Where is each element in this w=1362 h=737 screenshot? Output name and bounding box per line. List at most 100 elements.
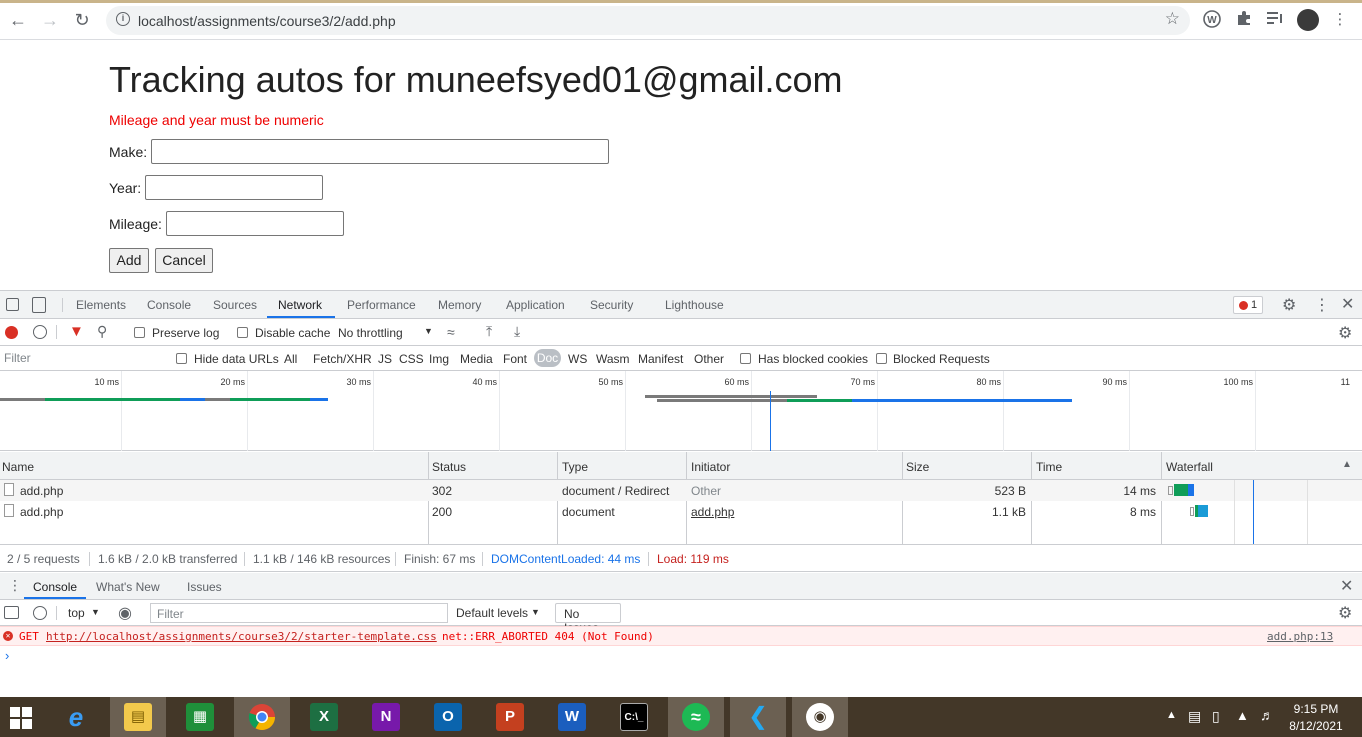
- url-text[interactable]: localhost/assignments/course3/2/add.php: [138, 13, 396, 29]
- console-filter-input[interactable]: Filter: [150, 603, 448, 623]
- clock-date[interactable]: 8/12/2021: [1286, 719, 1346, 733]
- tab-security[interactable]: Security: [590, 298, 633, 312]
- close-devtools-icon[interactable]: ✕: [1341, 294, 1354, 314]
- devtools-menu-icon[interactable]: ⋮: [1314, 295, 1330, 315]
- chevron-down-icon[interactable]: ▼: [531, 607, 540, 617]
- menu-dots-icon[interactable]: ⋮: [1330, 10, 1350, 30]
- reload-icon[interactable]: ↻: [72, 10, 92, 30]
- console-sidebar-icon[interactable]: [4, 606, 19, 619]
- live-expression-eye-icon[interactable]: ◉: [118, 603, 132, 623]
- forward-icon[interactable]: →: [40, 10, 60, 30]
- record-icon[interactable]: [5, 326, 18, 339]
- tab-network[interactable]: Network: [278, 298, 322, 312]
- drawer-menu-icon[interactable]: ⋮: [8, 577, 22, 594]
- tab-application[interactable]: Application: [506, 298, 565, 312]
- filter-type-fetch-xhr[interactable]: Fetch/XHR: [313, 352, 372, 366]
- filter-type-ws[interactable]: WS: [568, 352, 587, 366]
- drawer-tab-issues[interactable]: Issues: [187, 580, 222, 594]
- filter-type-img[interactable]: Img: [429, 352, 449, 366]
- throttling-select[interactable]: No throttling: [338, 326, 403, 340]
- show-hidden-icons-icon[interactable]: ▲: [1166, 709, 1177, 721]
- tab-performance[interactable]: Performance: [347, 298, 416, 312]
- tab-lighthouse[interactable]: Lighthouse: [665, 298, 724, 312]
- microsoft-store-icon[interactable]: ▦: [172, 697, 228, 737]
- file-explorer-icon[interactable]: ▤: [110, 697, 166, 737]
- year-input[interactable]: [145, 175, 323, 200]
- make-input[interactable]: [151, 139, 609, 164]
- address-bar[interactable]: i localhost/assignments/course3/2/add.ph…: [106, 6, 1190, 35]
- close-drawer-icon[interactable]: ✕: [1340, 576, 1353, 596]
- export-har-icon[interactable]: ⤓: [514, 323, 520, 340]
- error-url-link[interactable]: http://localhost/assignments/course3/2/s…: [46, 630, 437, 643]
- tab-console[interactable]: Console: [147, 298, 191, 312]
- network-settings-icon[interactable]: ⚙: [1338, 323, 1352, 343]
- column-header-name[interactable]: Name: [2, 460, 34, 474]
- preserve-log-checkbox[interactable]: [134, 327, 145, 338]
- tab-sources[interactable]: Sources: [213, 298, 257, 312]
- filter-type-other[interactable]: Other: [694, 352, 724, 366]
- extensions-puzzle-icon[interactable]: [1234, 10, 1254, 30]
- filter-type-manifest[interactable]: Manifest: [638, 352, 683, 366]
- bookmark-star-icon[interactable]: ☆: [1165, 9, 1180, 29]
- excel-icon[interactable]: X: [296, 697, 352, 737]
- profile-avatar[interactable]: [1297, 9, 1319, 31]
- command-prompt-icon[interactable]: C:\_: [606, 697, 662, 737]
- onenote-icon[interactable]: N: [358, 697, 414, 737]
- filter-type-wasm[interactable]: Wasm: [596, 352, 630, 366]
- mileage-input[interactable]: [166, 211, 344, 236]
- console-settings-icon[interactable]: ⚙: [1338, 603, 1352, 623]
- column-header-waterfall[interactable]: Waterfall: [1166, 460, 1213, 474]
- import-har-icon[interactable]: ⤒: [486, 323, 492, 340]
- internet-explorer-icon[interactable]: e: [48, 697, 104, 737]
- back-icon[interactable]: ←: [8, 10, 28, 30]
- column-header-initiator[interactable]: Initiator: [691, 460, 730, 474]
- column-header-type[interactable]: Type: [562, 460, 588, 474]
- wifi-signal-icon[interactable]: ▲: [1236, 708, 1249, 723]
- drawer-tab-console[interactable]: Console: [33, 580, 77, 594]
- console-prompt[interactable]: ›: [5, 648, 9, 663]
- filter-type-all[interactable]: All: [284, 352, 297, 366]
- chevron-down-icon[interactable]: ▼: [91, 607, 100, 617]
- drawer-tab-whats-new[interactable]: What's New: [96, 580, 160, 594]
- error-source-link[interactable]: add.php:13: [1267, 630, 1333, 643]
- filter-type-doc[interactable]: Doc: [534, 349, 561, 367]
- wordpress-extension-icon[interactable]: W: [1202, 10, 1222, 30]
- table-row[interactable]: add.php 200 document add.php 1.1 kB 8 ms: [0, 501, 1362, 522]
- volume-icon[interactable]: ♬: [1260, 707, 1274, 723]
- inspect-element-icon[interactable]: [6, 298, 19, 311]
- clock-time[interactable]: 9:15 PM: [1286, 702, 1346, 716]
- column-header-size[interactable]: Size: [906, 460, 929, 474]
- filter-funnel-icon[interactable]: ▼: [69, 323, 84, 340]
- outlook-icon[interactable]: O: [420, 697, 476, 737]
- chevron-down-icon[interactable]: ▼: [424, 326, 433, 336]
- device-toolbar-icon[interactable]: [32, 297, 46, 313]
- filter-type-css[interactable]: CSS: [399, 352, 424, 366]
- context-select[interactable]: top: [68, 606, 85, 620]
- log-levels-select[interactable]: Default levels: [456, 606, 528, 620]
- word-icon[interactable]: W: [544, 697, 600, 737]
- blocked-cookies-checkbox[interactable]: [740, 353, 751, 364]
- media-control-icon[interactable]: [1265, 10, 1285, 30]
- sort-ascending-icon[interactable]: ▲: [1342, 459, 1352, 470]
- filter-type-font[interactable]: Font: [503, 352, 527, 366]
- add-button[interactable]: Add: [109, 248, 149, 273]
- disable-cache-checkbox[interactable]: [237, 327, 248, 338]
- request-name[interactable]: add.php: [20, 484, 63, 498]
- info-icon[interactable]: i: [116, 12, 130, 26]
- search-icon[interactable]: ⚲: [97, 323, 107, 340]
- issues-button[interactable]: No Issues: [555, 603, 621, 635]
- network-disconnected-icon[interactable]: ▤: [1188, 708, 1201, 725]
- network-conditions-icon[interactable]: ≈: [447, 324, 455, 340]
- vscode-icon[interactable]: ❮: [730, 697, 786, 737]
- spotify-icon[interactable]: ≈: [668, 697, 724, 737]
- error-counter[interactable]: 1: [1233, 296, 1263, 314]
- powerpoint-icon[interactable]: P: [482, 697, 538, 737]
- clear-console-icon[interactable]: [33, 606, 47, 620]
- windows-start-icon[interactable]: [0, 697, 44, 737]
- clear-icon[interactable]: [33, 325, 47, 339]
- filter-type-js[interactable]: JS: [378, 352, 392, 366]
- column-header-time[interactable]: Time: [1036, 460, 1062, 474]
- request-name[interactable]: add.php: [20, 505, 63, 519]
- request-initiator-link[interactable]: add.php: [691, 505, 734, 519]
- hide-data-urls-checkbox[interactable]: [176, 353, 187, 364]
